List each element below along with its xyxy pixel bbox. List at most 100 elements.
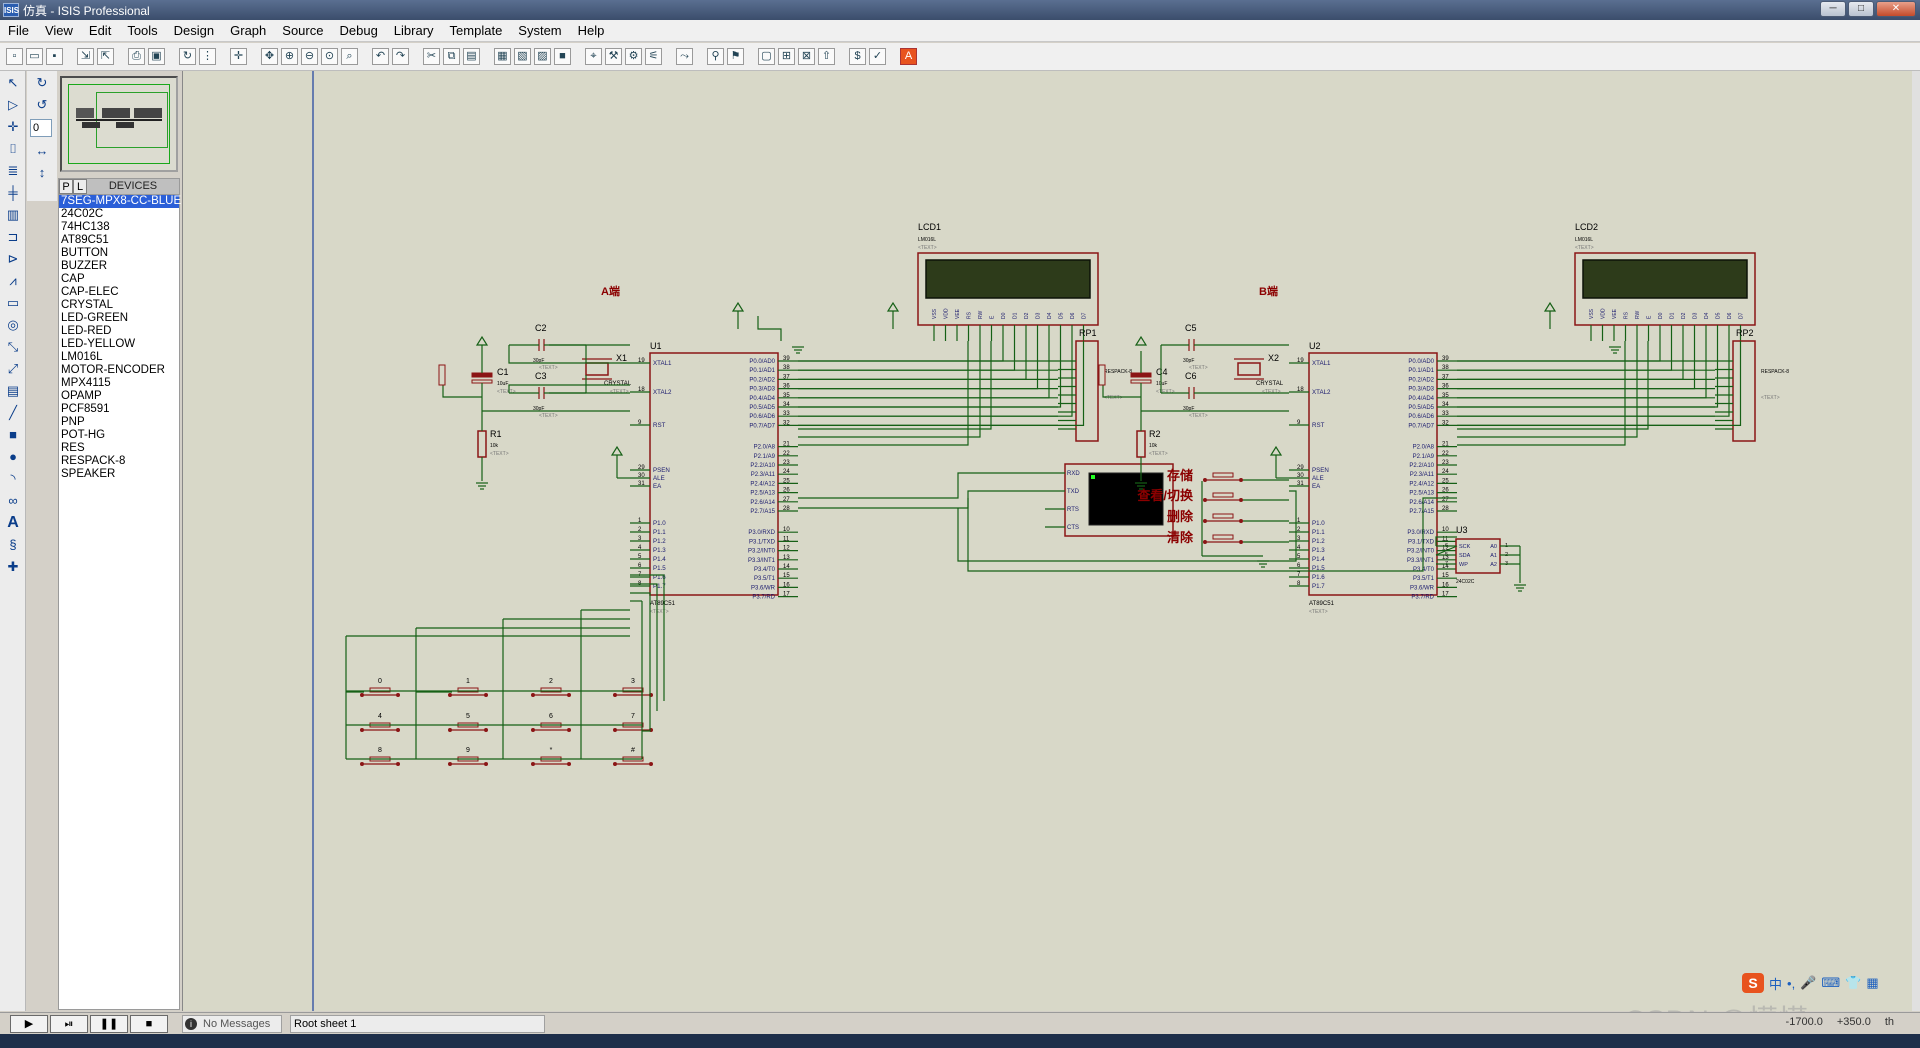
device-item[interactable]: CAP bbox=[59, 273, 179, 286]
step-button[interactable]: ⏯ bbox=[50, 1014, 88, 1033]
menu-tools[interactable]: Tools bbox=[119, 23, 165, 38]
device-item[interactable]: AT89C51 bbox=[59, 234, 179, 247]
button-cap[interactable] bbox=[1212, 513, 1234, 519]
terminals-icon[interactable]: ⊐ bbox=[3, 227, 23, 247]
ime-punctuation-icon[interactable]: •, bbox=[1787, 976, 1795, 991]
zoom-all-icon[interactable]: ⊙ bbox=[321, 48, 338, 65]
stop-button[interactable]: ■ bbox=[130, 1014, 168, 1033]
block-move-icon[interactable]: ▧ bbox=[514, 48, 531, 65]
netlist-to-ares-icon[interactable]: A bbox=[900, 48, 917, 65]
crystal-body[interactable] bbox=[1237, 362, 1261, 376]
selection-mode-icon[interactable]: ↖ bbox=[3, 73, 23, 93]
schematic-canvas[interactable]: LCD1 LM016L <TEXT> VSS VDD VEE RS RW E D0 D1 D2 D3 D4… bbox=[182, 71, 1920, 1011]
text-icon[interactable]: A bbox=[3, 513, 23, 533]
wire-label-icon[interactable]: ⌷ bbox=[3, 139, 23, 159]
open-folder-icon[interactable]: ▭ bbox=[26, 48, 43, 65]
menu-graph[interactable]: Graph bbox=[222, 23, 274, 38]
cut-icon[interactable]: ✂ bbox=[423, 48, 440, 65]
vertical-scrollbar[interactable] bbox=[1912, 71, 1920, 1011]
block-rotate-icon[interactable]: ▨ bbox=[534, 48, 551, 65]
line-icon[interactable]: ╱ bbox=[3, 403, 23, 423]
current-probe-icon[interactable]: ⤢ bbox=[3, 359, 23, 379]
component-mode-icon[interactable]: ▷ bbox=[3, 95, 23, 115]
text-script-icon[interactable]: ≣ bbox=[3, 161, 23, 181]
path-icon[interactable]: ∞ bbox=[3, 491, 23, 511]
device-item[interactable]: BUZZER bbox=[59, 260, 179, 273]
ime-microphone-icon[interactable]: 🎤 bbox=[1800, 975, 1816, 991]
refresh-icon[interactable]: ↻ bbox=[179, 48, 196, 65]
add-sheet-icon[interactable]: ⊞ bbox=[778, 48, 795, 65]
circle-icon[interactable]: ● bbox=[3, 447, 23, 467]
print-area-icon[interactable]: ▣ bbox=[148, 48, 165, 65]
arc-icon[interactable]: ◝ bbox=[3, 469, 23, 489]
button-cap[interactable] bbox=[1212, 472, 1234, 478]
device-item[interactable]: PCF8591 bbox=[59, 403, 179, 416]
device-item[interactable]: PNP bbox=[59, 416, 179, 429]
bill-of-materials-icon[interactable]: $ bbox=[849, 48, 866, 65]
menu-design[interactable]: Design bbox=[166, 23, 222, 38]
buses-icon[interactable]: ╪ bbox=[3, 183, 23, 203]
remove-sheet-icon[interactable]: ⊠ bbox=[798, 48, 815, 65]
pick-device-icon[interactable]: ⌖ bbox=[585, 48, 602, 65]
button-cap[interactable] bbox=[1212, 492, 1234, 498]
rotate-anticlockwise-icon[interactable]: ↺ bbox=[32, 95, 52, 115]
wire-autorouter-icon[interactable]: ⤳ bbox=[676, 48, 693, 65]
device-item[interactable]: MPX4115 bbox=[59, 377, 179, 390]
menu-view[interactable]: View bbox=[37, 23, 81, 38]
play-button[interactable]: ▶ bbox=[10, 1014, 48, 1033]
origin-icon[interactable]: ✛ bbox=[230, 48, 247, 65]
zoom-out-icon[interactable]: ⊖ bbox=[301, 48, 318, 65]
menu-edit[interactable]: Edit bbox=[81, 23, 119, 38]
zoom-in-icon[interactable]: ⊕ bbox=[281, 48, 298, 65]
new-sheet-icon[interactable]: ▢ bbox=[758, 48, 775, 65]
device-item[interactable]: LED-YELLOW bbox=[59, 338, 179, 351]
search-icon[interactable]: ⚲ bbox=[707, 48, 724, 65]
tape-recorder-icon[interactable]: ▭ bbox=[3, 293, 23, 313]
junction-dot-icon[interactable]: ✛ bbox=[3, 117, 23, 137]
import-icon[interactable]: ⇲ bbox=[77, 48, 94, 65]
subcircuit-icon[interactable]: ▥ bbox=[3, 205, 23, 225]
minimize-button[interactable]: ─ bbox=[1820, 1, 1846, 17]
sogou-ime-icon[interactable]: S bbox=[1742, 973, 1764, 993]
paste-icon[interactable]: ▤ bbox=[463, 48, 480, 65]
menu-source[interactable]: Source bbox=[274, 23, 331, 38]
redo-icon[interactable]: ↷ bbox=[392, 48, 409, 65]
ime-toolbox-icon[interactable]: ▦ bbox=[1866, 975, 1878, 991]
menu-system[interactable]: System bbox=[510, 23, 569, 38]
marker-icon[interactable]: ✚ bbox=[3, 557, 23, 577]
graph-icon[interactable]: ⩘ bbox=[3, 271, 23, 291]
maximize-button[interactable]: □ bbox=[1848, 1, 1874, 17]
electrical-rule-check-icon[interactable]: ✓ bbox=[869, 48, 886, 65]
save-icon[interactable]: ▪ bbox=[46, 48, 63, 65]
schematic-drawing[interactable]: LCD1LM016L<TEXT>VSS VDD VEE RS RW E D0 D1 D2 D3 D4… bbox=[183, 71, 1913, 1011]
ime-keyboard-icon[interactable]: ⌨ bbox=[1821, 975, 1840, 991]
pause-button[interactable]: ❚❚ bbox=[90, 1014, 128, 1033]
device-pins-icon[interactable]: ⊳ bbox=[3, 249, 23, 269]
button-cap[interactable] bbox=[1212, 534, 1234, 540]
menu-debug[interactable]: Debug bbox=[331, 23, 385, 38]
zoom-area-icon[interactable]: ⌕ bbox=[341, 48, 358, 65]
menu-template[interactable]: Template bbox=[442, 23, 511, 38]
virtual-instruments-icon[interactable]: ▤ bbox=[3, 381, 23, 401]
device-item[interactable]: LED-GREEN bbox=[59, 312, 179, 325]
crystal-body[interactable] bbox=[585, 362, 609, 376]
mirror-y-icon[interactable]: ↕ bbox=[32, 163, 52, 183]
pick-devices-button[interactable]: P bbox=[59, 179, 73, 194]
reset-button[interactable] bbox=[1098, 364, 1106, 386]
block-delete-icon[interactable]: ■ bbox=[554, 48, 571, 65]
generator-icon[interactable]: ◎ bbox=[3, 315, 23, 335]
menu-help[interactable]: Help bbox=[570, 23, 613, 38]
device-item[interactable]: CRYSTAL bbox=[59, 299, 179, 312]
new-file-icon[interactable]: ▫ bbox=[6, 48, 23, 65]
device-item[interactable]: LM016L bbox=[59, 351, 179, 364]
packaging-icon[interactable]: ⚙ bbox=[625, 48, 642, 65]
pan-icon[interactable]: ✥ bbox=[261, 48, 278, 65]
copy-icon[interactable]: ⧉ bbox=[443, 48, 460, 65]
property-tool-icon[interactable]: ⚑ bbox=[727, 48, 744, 65]
ime-skin-icon[interactable]: 👕 bbox=[1845, 975, 1861, 991]
device-item[interactable]: RES bbox=[59, 442, 179, 455]
ime-language-toggle[interactable]: 中 bbox=[1769, 974, 1782, 993]
rotate-clockwise-icon[interactable]: ↻ bbox=[32, 73, 52, 93]
message-box[interactable]: i No Messages bbox=[182, 1014, 282, 1033]
device-item[interactable]: 24C02C bbox=[59, 208, 179, 221]
